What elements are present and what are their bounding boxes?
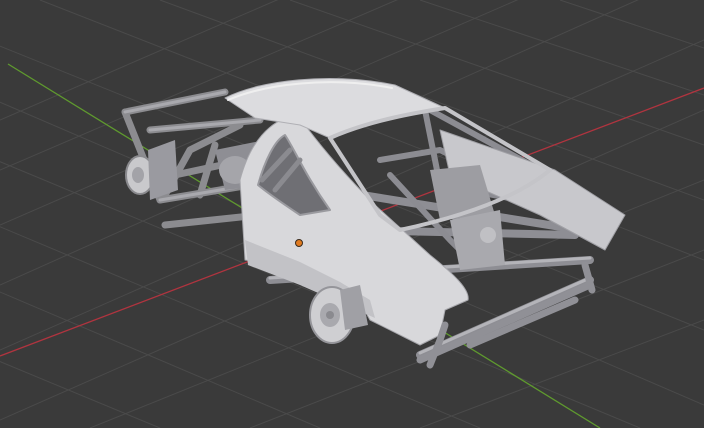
car-model[interactable]: [121, 78, 626, 369]
viewport-canvas[interactable]: [0, 0, 704, 428]
roof-panel: [224, 78, 446, 139]
origin-marker-icon: [295, 239, 303, 247]
3d-viewport[interactable]: [0, 0, 704, 428]
rear-right-wheel: [309, 285, 368, 344]
rear-left-wheel: [125, 140, 178, 200]
